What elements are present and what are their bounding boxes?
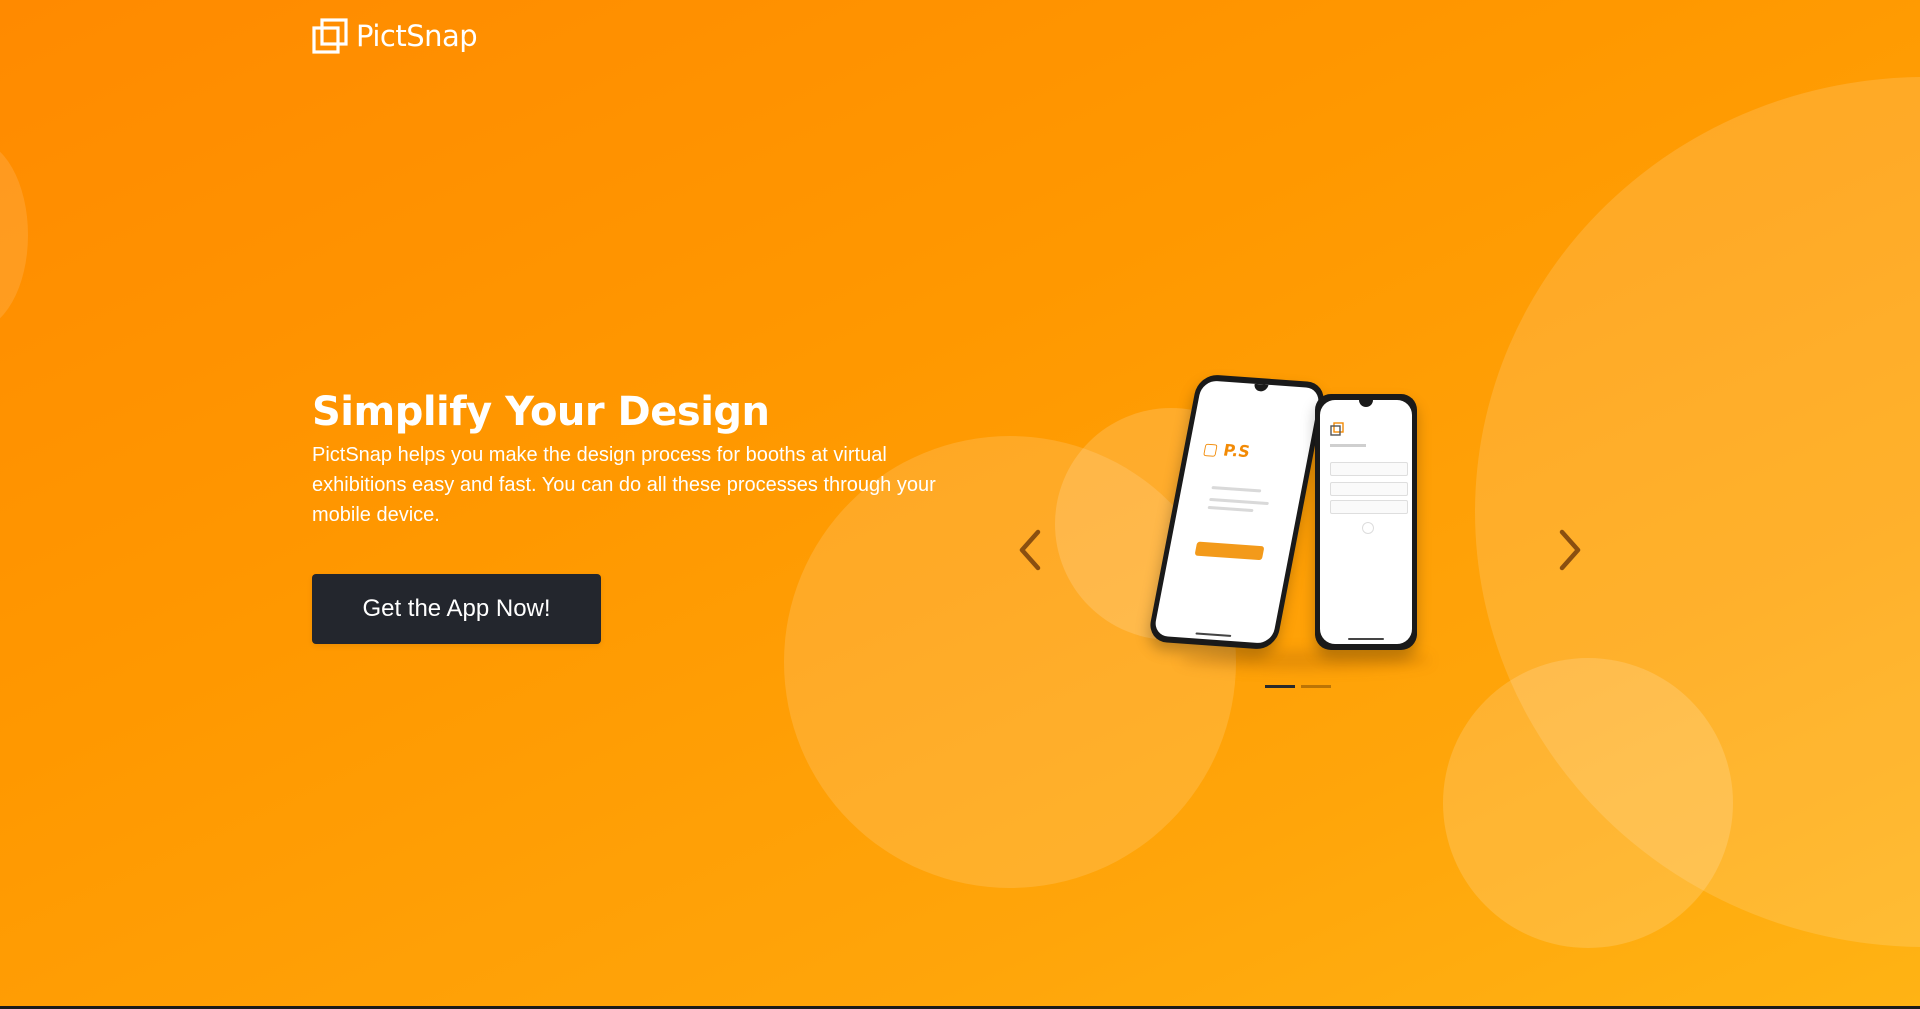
screen-field-shape	[1330, 462, 1408, 476]
screen-text-line	[1207, 505, 1254, 513]
phone-home-bar	[1195, 632, 1232, 637]
hero-description: PictSnap helps you make the design proce…	[312, 444, 936, 526]
phone-screen: ▢ P.S	[1153, 380, 1321, 644]
chevron-right-icon	[1559, 529, 1581, 571]
screen-logo-icon	[1330, 422, 1344, 436]
screen-text-line	[1209, 497, 1269, 506]
phone-notch	[1253, 383, 1269, 392]
brand-logo-link[interactable]: PictSnap	[312, 18, 478, 54]
screen-text-line	[1211, 485, 1262, 493]
carousel-indicator-2[interactable]	[1301, 685, 1331, 688]
slide-image-phones: ▢ P.S	[1146, 370, 1430, 670]
chevron-left-icon	[1019, 529, 1041, 571]
screen-logo-image: ▢ P.S	[1201, 438, 1252, 462]
phone-login-screen: ▢ P.S	[1146, 373, 1328, 651]
screen-dot-shape	[1362, 522, 1374, 534]
hero-title: Simplify Your Design	[312, 389, 770, 435]
decorative-circle	[0, 140, 28, 330]
decorative-circle	[1443, 658, 1733, 948]
hero-text-block: Simplify Your Design PictSnap helps you …	[312, 386, 952, 530]
carousel-next-button[interactable]	[1545, 510, 1595, 590]
carousel-indicators	[1265, 685, 1331, 688]
brand-logo-icon	[312, 18, 348, 54]
phone-home-bar	[1348, 638, 1384, 640]
carousel-indicator-1[interactable]	[1265, 685, 1295, 688]
phone-screen	[1320, 400, 1412, 644]
phone-form-screen	[1315, 394, 1417, 650]
get-app-button[interactable]: Get the App Now!	[312, 574, 601, 644]
screen-field-shape	[1330, 500, 1408, 514]
screenshot-carousel: ▢ P.S	[1005, 360, 1605, 700]
brand-name: PictSnap	[356, 19, 478, 53]
screen-button-shape	[1194, 541, 1265, 561]
screen-text-line	[1330, 444, 1366, 447]
hero-section: PictSnap Simplify Your Design PictSnap h…	[0, 0, 1920, 1006]
phone-shadow	[1180, 650, 1430, 670]
screen-field-shape	[1330, 482, 1408, 496]
carousel-prev-button[interactable]	[1005, 510, 1055, 590]
phone-notch	[1359, 400, 1373, 407]
